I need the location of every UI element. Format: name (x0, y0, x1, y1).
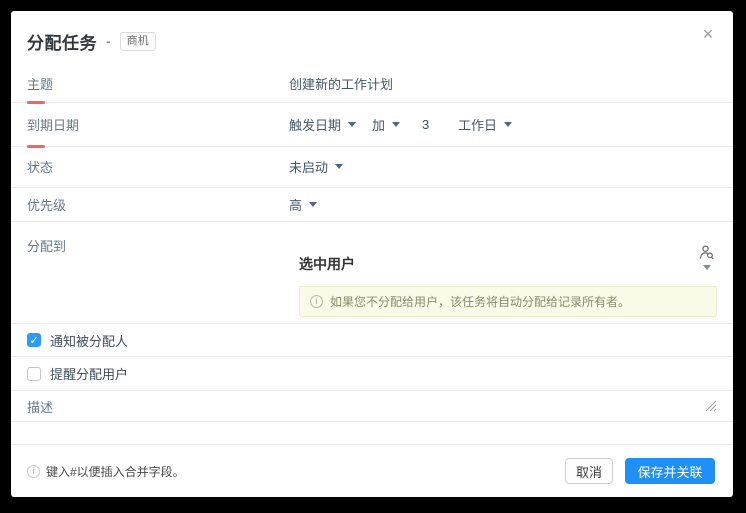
status-label: 状态 (27, 160, 54, 176)
remind-user-label: 提醒分配用户 (50, 367, 129, 383)
notify-assignee-checkbox[interactable] (27, 333, 41, 348)
dialog-header: 分配任务 - 商机 × (11, 11, 733, 66)
assign-task-dialog: 分配任务 - 商机 × 主题 创建新的工作计划 到期日期 触发日期 加 3 工作… (11, 11, 733, 497)
unit-select[interactable]: 工作日 (458, 115, 513, 134)
user-picker[interactable] (698, 244, 715, 270)
dialog-footer: i 键入#以便插入合并字段。 取消 保存并关联 (11, 445, 733, 497)
field-row-priority: 优先级 高 (11, 188, 733, 222)
description-input[interactable]: 描述 (11, 391, 733, 423)
info-icon: i (27, 464, 40, 478)
close-icon[interactable]: × (697, 23, 719, 45)
resize-handle-icon[interactable] (705, 400, 717, 412)
assign-to-area: 选中用户 i 如果您不分配给用户，该任务将自动分配给记录所有者。 (289, 222, 717, 317)
cancel-button[interactable]: 取消 (565, 458, 613, 485)
status-value: 未启动 (289, 160, 329, 176)
chevron-down-icon (702, 264, 711, 270)
selected-users-heading: 选中用户 (299, 255, 355, 272)
spacer (11, 422, 733, 446)
field-row-assign-to: 分配到 选中用户 i 如果您不分配给用户，该任务将自动分配给记录所有者。 (11, 222, 733, 325)
field-row-remind-user: 提醒分配用户 (11, 357, 733, 392)
merge-field-hint: i 键入#以便插入合并字段。 (27, 463, 185, 480)
notify-assignee-label: 通知被分配人 (50, 333, 129, 349)
field-row-due-date: 到期日期 触发日期 加 3 工作日 (11, 103, 733, 148)
status-select[interactable]: 未启动 (289, 157, 344, 176)
merge-field-hint-text: 键入#以便插入合并字段。 (46, 464, 185, 479)
priority-label: 优先级 (27, 197, 67, 213)
field-row-status: 状态 未启动 (11, 147, 733, 188)
subject-label: 主题 (27, 77, 54, 93)
field-row-subject: 主题 创建新的工作计划 (11, 66, 733, 104)
title-separator: - (106, 33, 111, 50)
chevron-down-icon (348, 121, 357, 127)
dialog-title: 分配任务 (27, 33, 97, 53)
field-row-notify-assignee: 通知被分配人 (11, 324, 733, 358)
trigger-date-select[interactable]: 触发日期 (289, 115, 357, 134)
chevron-down-icon (309, 201, 318, 207)
priority-select[interactable]: 高 (289, 195, 318, 214)
offset-input[interactable]: 3 (422, 117, 436, 132)
save-and-associate-button[interactable]: 保存并关联 (625, 458, 715, 485)
chevron-down-icon (392, 121, 401, 127)
unit-value: 工作日 (458, 117, 498, 133)
description-label: 描述 (27, 399, 54, 415)
priority-value: 高 (289, 197, 303, 213)
trigger-date-value: 触发日期 (289, 117, 342, 133)
remind-user-checkbox[interactable] (27, 366, 41, 381)
subject-input[interactable]: 创建新的工作计划 (289, 74, 393, 93)
user-search-icon (699, 245, 714, 259)
operator-select[interactable]: 加 (372, 115, 401, 134)
chevron-down-icon (504, 121, 513, 127)
module-badge: 商机 (119, 31, 156, 52)
assign-info-box: i 如果您不分配给用户，该任务将自动分配给记录所有者。 (299, 285, 717, 317)
chevron-down-icon (335, 164, 344, 170)
due-date-label: 到期日期 (27, 117, 80, 133)
due-date-controls: 触发日期 加 3 工作日 (289, 115, 528, 134)
operator-value: 加 (372, 117, 386, 133)
assign-to-label: 分配到 (27, 238, 67, 254)
info-icon: i (310, 294, 323, 308)
assign-info-text: 如果您不分配给用户，该任务将自动分配给记录所有者。 (330, 294, 631, 309)
